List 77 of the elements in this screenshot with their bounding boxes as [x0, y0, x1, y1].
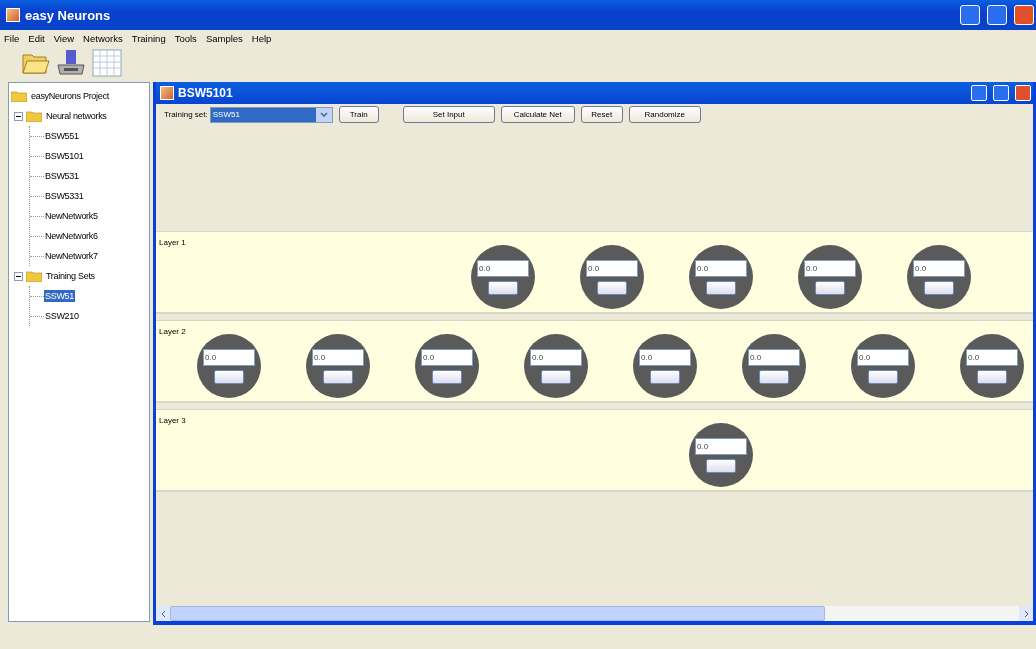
collapse-icon[interactable] — [14, 271, 23, 281]
app-icon — [160, 86, 174, 100]
neuron-value-field[interactable]: 0.0 — [695, 259, 747, 277]
app-icon — [6, 8, 20, 22]
neuron-button[interactable] — [323, 369, 353, 384]
close-button[interactable] — [1015, 85, 1031, 101]
neuron-button[interactable] — [924, 280, 954, 295]
neuron-button[interactable] — [706, 458, 736, 473]
tree-item[interactable]: Neural networks — [45, 110, 108, 122]
tree-item[interactable]: easyNeurons Project — [30, 90, 110, 102]
menu-item[interactable]: File — [4, 32, 20, 44]
collapse-icon[interactable] — [14, 111, 23, 121]
tree-item[interactable]: BSW5331 — [44, 190, 85, 202]
neuron-button[interactable] — [815, 280, 845, 295]
toolbar-button[interactable]: Randomize — [628, 106, 701, 123]
scroll-thumb[interactable] — [170, 606, 825, 621]
tree-item[interactable]: NewNetwork7 — [44, 250, 99, 262]
neuron-value-field[interactable]: 0.0 — [586, 259, 638, 277]
horizontal-scrollbar[interactable] — [156, 606, 1033, 621]
neuron-value-field[interactable]: 0.0 — [530, 348, 582, 366]
restore-button[interactable] — [993, 85, 1009, 101]
neuron-value-field[interactable]: 0.0 — [913, 259, 965, 277]
neuron-value-field[interactable]: 0.0 — [312, 348, 364, 366]
layer-label: Layer 2 — [159, 327, 186, 336]
close-button[interactable] — [1014, 5, 1034, 25]
tree-item[interactable]: NewNetwork5 — [44, 210, 99, 222]
toolbar-button[interactable]: Reset — [580, 106, 623, 123]
tree-item[interactable]: BSW551 — [44, 130, 80, 142]
disk-drive-icon[interactable] — [56, 49, 86, 77]
neuron-button[interactable] — [650, 369, 680, 384]
menu-item[interactable]: View — [53, 32, 75, 44]
toolbar-button[interactable]: Set Input — [402, 106, 495, 123]
menu-item[interactable]: Networks — [83, 32, 123, 44]
layer-label: Layer 3 — [159, 416, 186, 425]
tree-item[interactable]: SSW51 — [44, 290, 75, 302]
neuron-button[interactable] — [214, 369, 244, 384]
neuron-value-field[interactable]: 0.0 — [857, 348, 909, 366]
menu-item[interactable]: Edit — [28, 32, 45, 44]
neuron-button[interactable] — [432, 369, 462, 384]
menu-item[interactable]: Tools — [174, 32, 197, 44]
toolbar-button[interactable]: Calculate Net — [500, 106, 575, 123]
toolbar-button[interactable]: Train — [338, 106, 379, 123]
training-set-label: Training set: — [164, 110, 208, 119]
neuron-button[interactable] — [706, 280, 736, 295]
layer-label: Layer 1 — [159, 238, 186, 247]
tree-item[interactable]: SSW210 — [44, 310, 80, 322]
neuron-button[interactable] — [597, 280, 627, 295]
neuron-value-field[interactable]: 0.0 — [695, 437, 747, 455]
menu-item[interactable]: Help — [251, 32, 272, 44]
neuron-button[interactable] — [541, 369, 571, 384]
menu-item[interactable]: Samples — [205, 32, 243, 44]
folder-icon — [11, 90, 27, 102]
tree-item[interactable]: BSW5101 — [44, 150, 85, 162]
neuron-button[interactable] — [759, 369, 789, 384]
neuron-value-field[interactable]: 0.0 — [477, 259, 529, 277]
minimize-button[interactable] — [960, 5, 980, 25]
menu-item[interactable]: Training — [131, 32, 166, 44]
caret-icon — [319, 112, 328, 117]
window-title: easy Neurons — [25, 7, 112, 23]
training-set-dropdown[interactable]: SSW51 — [209, 106, 333, 123]
neuron-value-field[interactable]: 0.0 — [804, 259, 856, 277]
window-title: BSW5101 — [178, 86, 234, 100]
maximize-button[interactable] — [987, 5, 1007, 25]
neuron-value-field[interactable]: 0.0 — [966, 348, 1018, 366]
neuron-button[interactable] — [977, 369, 1007, 384]
folder-icon — [26, 110, 42, 122]
neuron-button[interactable] — [868, 369, 898, 384]
neuron-value-field[interactable]: 0.0 — [421, 348, 473, 366]
neuron-value-field[interactable]: 0.0 — [639, 348, 691, 366]
tree-item[interactable]: NewNetwork6 — [44, 230, 99, 242]
folder-icon — [26, 270, 42, 282]
neuron-button[interactable] — [488, 280, 518, 295]
neuron-value-field[interactable]: 0.0 — [203, 348, 255, 366]
tree-item[interactable]: BSW531 — [44, 170, 80, 182]
minimize-button[interactable] — [971, 85, 987, 101]
tree-item[interactable]: Training Sets — [45, 270, 96, 282]
neuron-value-field[interactable]: 0.0 — [748, 348, 800, 366]
